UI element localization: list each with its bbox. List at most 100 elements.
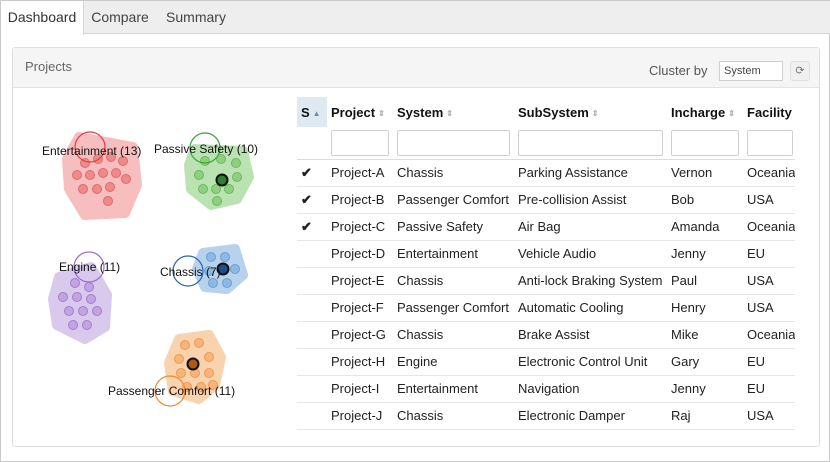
sort-asc-icon: ▲ xyxy=(312,108,321,118)
table-row[interactable]: Project-F Passenger Comfort Automatic Co… xyxy=(297,294,795,322)
cluster-passenger-comfort[interactable]: Passenger Comfort (11) xyxy=(108,330,235,407)
cell-subsystem: Navigation xyxy=(514,375,667,403)
cell-facility: Oceania xyxy=(743,321,795,349)
tab-dashboard[interactable]: Dashboard xyxy=(1,1,84,35)
cell-facility: USA xyxy=(743,267,795,295)
table-row[interactable]: Project-J Chassis Electronic Damper Raj … xyxy=(297,402,795,430)
selection-cell[interactable] xyxy=(297,240,327,268)
filter-input-system[interactable] xyxy=(397,129,510,156)
filter-input-facility[interactable] xyxy=(747,129,793,156)
cell-facility: USA xyxy=(743,186,795,214)
table-row[interactable]: ✔ Project-C Passive Safety Air Bag Amand… xyxy=(297,213,795,241)
selection-cell[interactable] xyxy=(297,375,327,403)
selection-cell[interactable] xyxy=(297,348,327,376)
cell-facility: Oceania xyxy=(743,159,795,187)
cell-incharge: Jenny xyxy=(667,240,743,268)
cell-system: Chassis xyxy=(393,321,514,349)
selected-check-icon[interactable]: ✔ xyxy=(297,159,327,187)
refresh-icon: ⟳ xyxy=(795,65,805,77)
cluster-chassis[interactable]: Chassis (7) xyxy=(160,244,248,294)
cell-subsystem: Anti-lock Braking System xyxy=(514,267,667,295)
cluster-label-passive-safety: Passive Safety (10) xyxy=(154,142,258,156)
cell-subsystem: Pre-collision Assist xyxy=(514,186,667,214)
cell-subsystem: Electronic Control Unit xyxy=(514,348,667,376)
selection-cell[interactable] xyxy=(297,267,327,295)
panel-title: Projects xyxy=(25,59,72,74)
column-header-subsystem[interactable]: SubSystem ⇕ xyxy=(514,97,667,127)
cell-subsystem: Air Bag xyxy=(514,213,667,241)
cell-system: Chassis xyxy=(393,402,514,430)
selected-check-icon[interactable]: ✔ xyxy=(297,213,327,241)
cell-facility: EU xyxy=(743,375,795,403)
cell-project: Project-H xyxy=(327,348,393,376)
cluster-engine[interactable]: Engine (11) xyxy=(48,251,120,344)
tab-bar: Dashboard Compare Summary xyxy=(1,1,830,35)
cell-system: Chassis xyxy=(393,159,514,187)
cell-subsystem: Electronic Damper xyxy=(514,402,667,430)
column-header-facility[interactable]: Facility⇕ xyxy=(743,97,795,127)
cell-incharge: Jenny xyxy=(667,375,743,403)
refresh-button[interactable]: ⟳ xyxy=(790,61,810,81)
cell-project: Project-F xyxy=(327,294,393,322)
cell-facility: EU xyxy=(743,348,795,376)
tab-compare[interactable]: Compare xyxy=(84,1,156,34)
cell-system: Passenger Comfort xyxy=(393,186,514,214)
cell-subsystem: Vehicle Audio xyxy=(514,240,667,268)
cluster-visualization[interactable]: Entertainment (13) Passive Safety (10) E… xyxy=(13,89,293,429)
cell-project: Project-A xyxy=(327,159,393,187)
column-header-system[interactable]: System ⇕ xyxy=(393,97,514,127)
cell-incharge: Raj xyxy=(667,402,743,430)
table-row[interactable]: Project-I Entertainment Navigation Jenny… xyxy=(297,375,795,403)
selection-cell[interactable] xyxy=(297,294,327,322)
highlighted-node xyxy=(215,173,229,187)
cell-incharge: Vernon xyxy=(667,159,743,187)
cluster-by-label: Cluster by xyxy=(649,63,708,78)
cell-subsystem: Parking Assistance xyxy=(514,159,667,187)
cell-subsystem: Automatic Cooling xyxy=(514,294,667,322)
table-row[interactable]: Project-D Entertainment Vehicle Audio Je… xyxy=(297,240,795,268)
header-row: S ▲ Project ⇕ System ⇕ SubSystem ⇕ Incharge ⇕… xyxy=(297,97,795,127)
cell-project: Project-I xyxy=(327,375,393,403)
table-row[interactable]: ✔ Project-A Chassis Parking Assistance V… xyxy=(297,159,795,187)
cluster-entertainment[interactable]: Entertainment (13) xyxy=(42,131,142,220)
table-row[interactable]: ✔ Project-B Passenger Comfort Pre-collis… xyxy=(297,186,795,214)
cell-facility: EU xyxy=(743,240,795,268)
selection-cell[interactable] xyxy=(297,321,327,349)
selection-cell[interactable] xyxy=(297,402,327,430)
panel-header: Projects Cluster by System ⟳ xyxy=(13,48,819,88)
cluster-passive-safety[interactable]: Passive Safety (10) xyxy=(154,132,258,210)
cell-facility: USA xyxy=(743,294,795,322)
cluster-label-chassis: Chassis (7) xyxy=(160,265,221,279)
cluster-by-input[interactable]: System xyxy=(719,61,783,81)
table-row[interactable]: Project-E Chassis Anti-lock Braking Syst… xyxy=(297,267,795,295)
table-row[interactable]: Project-G Chassis Brake Assist Mike Ocea… xyxy=(297,321,795,349)
projects-table: S ▲ Project ⇕ System ⇕ SubSystem ⇕ Incharge ⇕… xyxy=(297,97,795,430)
sort-icon: ⇕ xyxy=(728,108,735,118)
cell-subsystem: Brake Assist xyxy=(514,321,667,349)
cell-facility: Oceania xyxy=(743,213,795,241)
cell-system: Entertainment xyxy=(393,375,514,403)
cell-incharge: Mike xyxy=(667,321,743,349)
cell-incharge: Amanda xyxy=(667,213,743,241)
tab-summary[interactable]: Summary xyxy=(156,1,236,34)
cluster-svg: Entertainment (13) Passive Safety (10) E… xyxy=(42,131,258,407)
filter-input-project[interactable] xyxy=(331,129,389,156)
filter-input-subsystem[interactable] xyxy=(518,129,663,156)
cluster-label-engine: Engine (11) xyxy=(59,260,120,274)
selected-check-icon[interactable]: ✔ xyxy=(297,186,327,214)
app-window: Dashboard Compare Summary Projects Clust… xyxy=(0,0,830,462)
sort-icon: ⇕ xyxy=(446,108,453,118)
column-header-s[interactable]: S ▲ xyxy=(297,97,327,127)
projects-grid: S ▲ Project ⇕ System ⇕ SubSystem ⇕ Incharge ⇕… xyxy=(297,97,795,431)
filter-input-incharge[interactable] xyxy=(671,129,739,156)
cluster-label-entertainment: Entertainment (13) xyxy=(42,144,141,158)
cell-project: Project-C xyxy=(327,213,393,241)
cluster-label-passenger-comfort: Passenger Comfort (11) xyxy=(108,384,235,398)
sort-icon: ⇕ xyxy=(591,108,599,118)
cell-incharge: Gary xyxy=(667,348,743,376)
table-row[interactable]: Project-H Engine Electronic Control Unit… xyxy=(297,348,795,376)
column-header-incharge[interactable]: Incharge ⇕ xyxy=(667,97,743,127)
column-header-project[interactable]: Project ⇕ xyxy=(327,97,393,127)
cell-incharge: Henry xyxy=(667,294,743,322)
sort-icon: ⇕ xyxy=(378,108,385,118)
